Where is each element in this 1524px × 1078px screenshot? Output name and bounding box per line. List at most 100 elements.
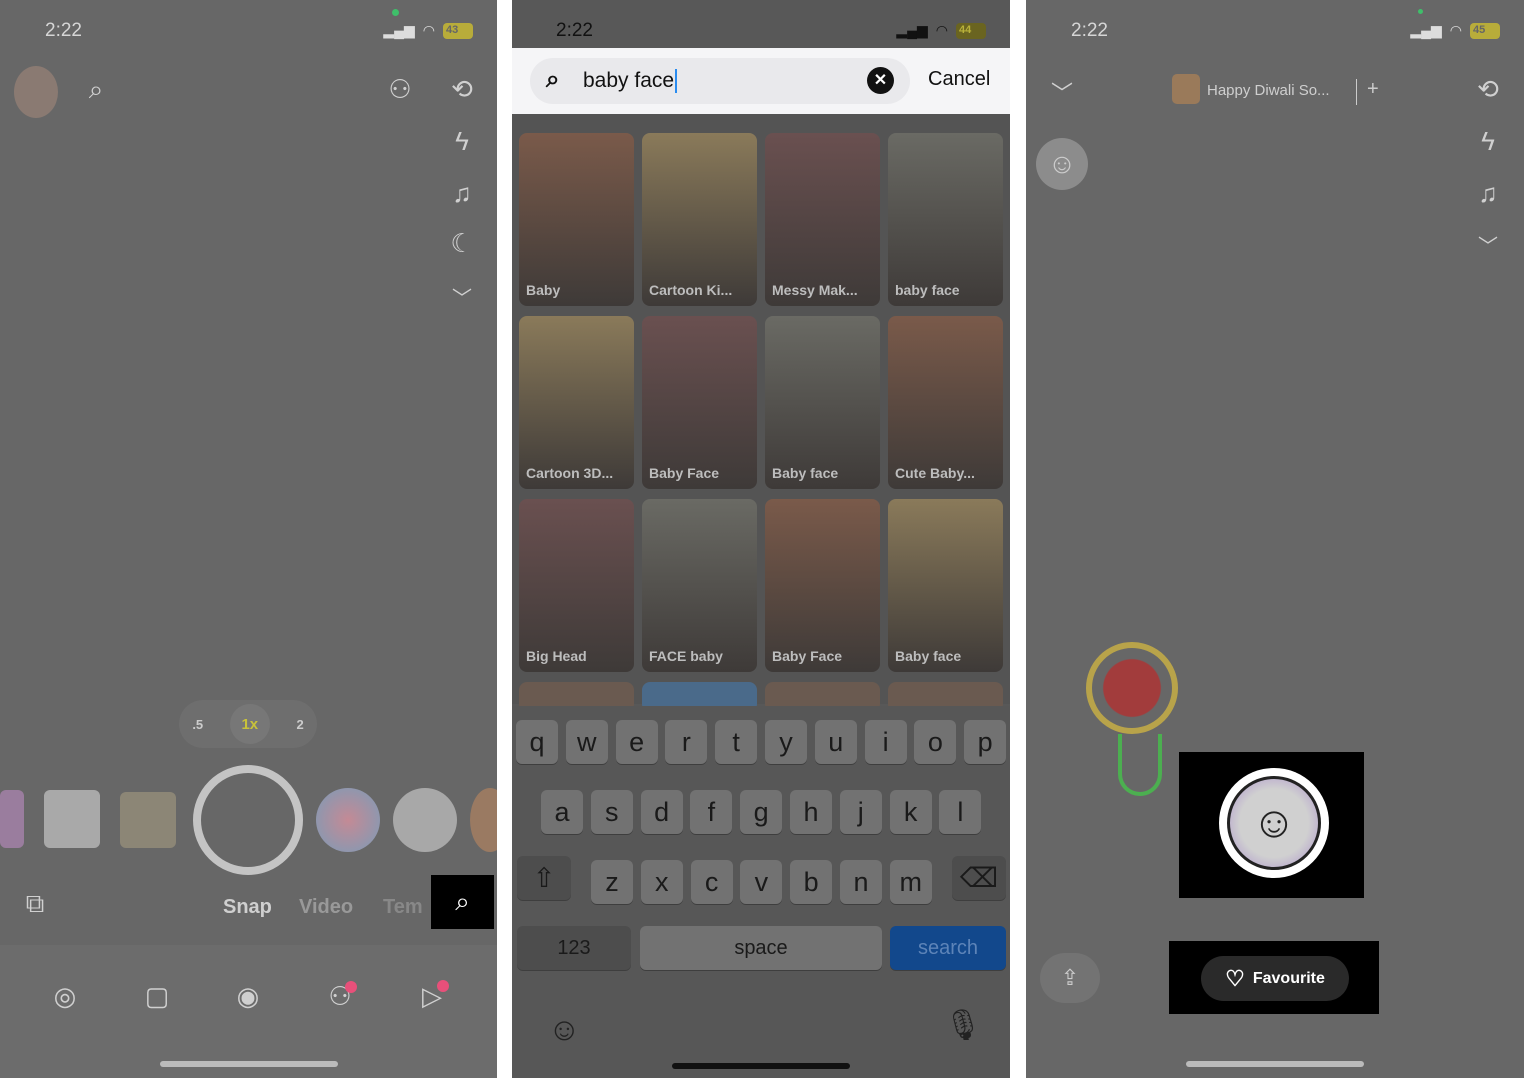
chat-icon[interactable]: ▢ (137, 981, 177, 1012)
chevron-down-icon[interactable]: ﹀ (442, 282, 482, 311)
favourite-box: ♡ Favourite (1169, 941, 1379, 1014)
battery-icon: 44 (956, 22, 986, 39)
favourite-label: Favourite (1252, 969, 1325, 987)
lens-thumb[interactable] (120, 792, 176, 848)
key-o[interactable]: o (914, 720, 957, 764)
clear-icon[interactable]: ✕ (867, 67, 894, 94)
status-icons: ▂▄▆ ◠ 43 (383, 22, 473, 39)
signal-icon: ▂▄▆ (1410, 22, 1442, 38)
status-time: 2:22 (1071, 20, 1108, 41)
lens-face[interactable] (393, 788, 457, 852)
key-backspace[interactable]: ⌫ (952, 856, 1006, 900)
key-y[interactable]: y (765, 720, 807, 764)
key-x[interactable]: x (640, 860, 683, 904)
chevron-down-icon[interactable]: ﹀ (1042, 76, 1082, 108)
key-b[interactable]: b (790, 860, 833, 904)
zoom-0.5[interactable]: .5 (192, 717, 203, 732)
lens-thumb[interactable] (44, 790, 100, 848)
lens-result[interactable]: baby face (888, 133, 1003, 306)
mode-snap[interactable]: Snap (223, 896, 272, 919)
heart-icon: ♡ (1225, 965, 1245, 991)
avatar[interactable] (14, 66, 58, 118)
lens-result[interactable]: Cute Baby... (888, 316, 1003, 489)
key-q[interactable]: q (516, 720, 558, 764)
key-c[interactable]: c (690, 860, 733, 904)
key-n[interactable]: n (840, 860, 882, 904)
key-s[interactable]: s (590, 790, 633, 834)
key-shift[interactable]: ⇧ (517, 856, 571, 900)
lens-thumb[interactable] (0, 790, 24, 848)
flip-camera-icon[interactable]: ⟲ (442, 74, 482, 105)
key-m[interactable]: m (889, 860, 932, 904)
camera-icon[interactable]: ◉ (228, 981, 268, 1012)
key-l[interactable]: l (939, 790, 982, 834)
key-z[interactable]: z (591, 860, 633, 904)
song-title[interactable]: Happy Diwali So... (1207, 82, 1330, 99)
key-j[interactable]: j (839, 790, 882, 834)
baby-face-lens-icon[interactable]: ☺ (1219, 768, 1329, 878)
explore-lenses-icon[interactable]: ⌕ (431, 875, 494, 929)
search-icon[interactable]: ⌕ (76, 74, 116, 106)
favourite-button[interactable]: ♡ Favourite (1201, 956, 1349, 1001)
key-r[interactable]: r (665, 720, 708, 764)
memories-icon[interactable]: ⧉ (15, 888, 55, 920)
chevron-down-icon[interactable]: ﹀ (1468, 230, 1508, 259)
emoji-icon[interactable]: ☺ (548, 1011, 581, 1048)
key-f[interactable]: f (690, 790, 733, 834)
lens-result[interactable]: Cartoon Ki... (642, 133, 757, 306)
lens-result-label: Baby Face (649, 465, 720, 481)
home-indicator (1186, 1061, 1364, 1067)
lens-result[interactable]: Messy Mak... (765, 133, 880, 306)
key-e[interactable]: e (615, 720, 658, 764)
key-g[interactable]: g (740, 790, 783, 834)
flash-off-icon[interactable]: ϟ (1468, 126, 1508, 157)
lens-icon[interactable]: ☺ (1036, 138, 1088, 190)
lens-result[interactable]: Cartoon 3D... (519, 316, 634, 489)
key-123[interactable]: 123 (517, 926, 631, 970)
add-friend-icon[interactable]: ⚇ (380, 74, 420, 105)
key-search[interactable]: search (890, 926, 1006, 970)
map-icon[interactable]: ◎ (45, 981, 85, 1012)
flip-camera-icon[interactable]: ⟲ (1468, 74, 1508, 105)
wifi-icon: ◠ (935, 22, 948, 38)
keyboard: 123 space search ⇧ ⌫ ☺ 🎙 qwertyuiop asdfg… (512, 706, 1010, 1078)
zoom-1x[interactable]: 1x (229, 704, 270, 744)
key-h[interactable]: h (790, 790, 832, 834)
lens-result[interactable]: Baby Face (765, 499, 880, 672)
cancel-button[interactable]: Cancel (928, 68, 990, 91)
mode-templates[interactable]: Tem (383, 896, 423, 919)
music-icon[interactable]: ♫ (1468, 178, 1508, 209)
key-a[interactable]: a (541, 790, 583, 834)
lens-result[interactable]: Baby face (765, 316, 880, 489)
microphone-icon[interactable]: 🎙 (944, 1008, 982, 1043)
key-p[interactable]: p (964, 720, 1007, 764)
mode-video[interactable]: Video (299, 896, 353, 919)
flash-off-icon[interactable]: ϟ (442, 126, 482, 157)
key-k[interactable]: k (889, 790, 932, 834)
add-song-button[interactable]: + (1367, 78, 1379, 101)
lens-result[interactable]: Baby Face (642, 316, 757, 489)
shutter-button[interactable] (193, 765, 303, 875)
lens-result[interactable]: Baby face (888, 499, 1003, 672)
key-v[interactable]: v (740, 860, 783, 904)
key-w[interactable]: w (565, 720, 608, 764)
lens-baby[interactable] (316, 788, 380, 852)
key-i[interactable]: i (864, 720, 907, 764)
key-space[interactable]: space (640, 926, 882, 970)
lens-thumb[interactable] (470, 788, 497, 852)
share-icon[interactable]: ⇪ (1040, 953, 1100, 1003)
key-u[interactable]: u (814, 720, 857, 764)
battery-icon: 45 (1470, 22, 1500, 39)
search-input[interactable]: ⌕ baby face ✕ (530, 58, 910, 104)
lens-result[interactable]: Big Head (519, 499, 634, 672)
signal-icon: ▂▄▆ (896, 22, 928, 38)
night-mode-icon[interactable]: ☾ (442, 228, 482, 259)
key-t[interactable]: t (715, 720, 758, 764)
lens-result[interactable]: Baby (519, 133, 634, 306)
zoom-2[interactable]: 2 (296, 717, 303, 732)
lens-result[interactable]: FACE baby (642, 499, 757, 672)
music-icon[interactable]: ♫ (442, 178, 482, 209)
lens-result-label: Baby face (772, 465, 839, 481)
key-d[interactable]: d (640, 790, 683, 834)
zoom-selector: .5 1x 2 (179, 700, 317, 748)
